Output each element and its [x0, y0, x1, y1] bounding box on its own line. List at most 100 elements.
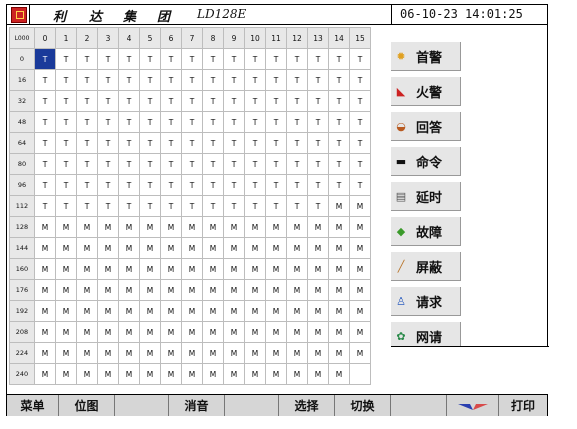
zone-cell[interactable]: T: [265, 48, 287, 70]
zone-cell[interactable]: T: [265, 69, 287, 91]
zone-cell[interactable]: M: [202, 237, 224, 259]
zone-cell[interactable]: T: [307, 48, 329, 70]
zone-cell[interactable]: T: [181, 132, 203, 154]
zone-cell[interactable]: T: [139, 90, 161, 112]
zone-cell[interactable]: T: [97, 48, 119, 70]
zone-cell[interactable]: M: [118, 279, 140, 301]
zone-cell[interactable]: M: [97, 321, 119, 343]
zone-cell[interactable]: M: [76, 258, 98, 280]
zone-cell[interactable]: M: [328, 258, 350, 280]
zone-cell[interactable]: M: [307, 279, 329, 301]
zone-cell[interactable]: M: [328, 363, 350, 385]
zone-cell[interactable]: M: [307, 258, 329, 280]
zone-cell[interactable]: T: [181, 174, 203, 196]
zone-cell[interactable]: M: [349, 216, 371, 238]
zone-cell[interactable]: T: [202, 69, 224, 91]
zone-cell[interactable]: M: [139, 342, 161, 364]
zone-cell[interactable]: M: [97, 279, 119, 301]
zone-cell[interactable]: T: [181, 48, 203, 70]
zone-cell[interactable]: M: [328, 342, 350, 364]
zone-cell[interactable]: T: [223, 153, 245, 175]
zone-cell[interactable]: M: [118, 342, 140, 364]
zone-cell[interactable]: M: [181, 237, 203, 259]
zone-cell[interactable]: M: [286, 363, 308, 385]
zone-cell[interactable]: M: [34, 216, 56, 238]
zone-cell[interactable]: T: [307, 174, 329, 196]
zone-cell[interactable]: T: [76, 69, 98, 91]
zone-cell[interactable]: M: [286, 342, 308, 364]
zone-cell[interactable]: [349, 363, 371, 385]
zone-cell[interactable]: M: [76, 300, 98, 322]
zone-cell[interactable]: M: [34, 279, 56, 301]
zone-cell[interactable]: T: [34, 195, 56, 217]
zone-cell[interactable]: M: [328, 321, 350, 343]
zone-cell[interactable]: T: [76, 111, 98, 133]
zone-cell[interactable]: M: [97, 363, 119, 385]
zone-cell[interactable]: M: [265, 216, 287, 238]
zone-cell[interactable]: T: [244, 48, 266, 70]
zone-cell[interactable]: T: [265, 153, 287, 175]
zone-cell[interactable]: M: [223, 363, 245, 385]
zone-cell[interactable]: M: [76, 216, 98, 238]
zone-cell[interactable]: T: [34, 69, 56, 91]
zone-cell[interactable]: T: [307, 90, 329, 112]
zone-cell[interactable]: M: [76, 237, 98, 259]
zone-cell[interactable]: T: [139, 69, 161, 91]
zone-cell[interactable]: T: [55, 174, 77, 196]
zone-cell[interactable]: M: [202, 300, 224, 322]
zone-cell[interactable]: T: [328, 69, 350, 91]
zone-cell[interactable]: M: [139, 321, 161, 343]
zone-cell[interactable]: T: [202, 132, 224, 154]
zone-cell[interactable]: T: [202, 153, 224, 175]
zone-cell[interactable]: M: [223, 342, 245, 364]
zone-cell[interactable]: M: [34, 342, 56, 364]
zone-cell[interactable]: M: [139, 258, 161, 280]
zone-cell[interactable]: M: [328, 300, 350, 322]
zone-cell[interactable]: T: [97, 174, 119, 196]
zone-cell[interactable]: M: [76, 321, 98, 343]
zone-cell[interactable]: T: [286, 48, 308, 70]
zone-cell[interactable]: M: [307, 300, 329, 322]
zone-cell[interactable]: T: [286, 111, 308, 133]
zone-cell[interactable]: T: [76, 48, 98, 70]
zone-cell[interactable]: T: [97, 153, 119, 175]
zone-cell[interactable]: T: [34, 174, 56, 196]
zone-cell[interactable]: T: [349, 90, 371, 112]
zone-cell[interactable]: M: [307, 363, 329, 385]
zone-cell[interactable]: M: [160, 258, 182, 280]
zone-cell[interactable]: T: [76, 90, 98, 112]
zone-cell[interactable]: T: [286, 132, 308, 154]
zone-cell[interactable]: M: [97, 216, 119, 238]
zone-cell[interactable]: T: [118, 69, 140, 91]
zone-cell[interactable]: T: [265, 132, 287, 154]
zone-cell[interactable]: M: [118, 363, 140, 385]
zone-cell[interactable]: T: [181, 111, 203, 133]
zone-cell[interactable]: T: [286, 90, 308, 112]
side-button-reply[interactable]: ◒ 回答: [391, 112, 461, 141]
zone-cell[interactable]: T: [328, 90, 350, 112]
zone-cell[interactable]: T: [286, 195, 308, 217]
zone-cell[interactable]: T: [349, 69, 371, 91]
zone-cell[interactable]: T: [202, 90, 224, 112]
zone-cell[interactable]: M: [202, 279, 224, 301]
zone-cell[interactable]: M: [139, 300, 161, 322]
zone-cell[interactable]: T: [139, 174, 161, 196]
zone-cell[interactable]: M: [328, 279, 350, 301]
zone-cell[interactable]: M: [202, 216, 224, 238]
zone-cell[interactable]: M: [265, 363, 287, 385]
zone-cell[interactable]: M: [160, 300, 182, 322]
zone-cell[interactable]: M: [160, 342, 182, 364]
zone-cell[interactable]: M: [265, 321, 287, 343]
zone-cell[interactable]: M: [160, 216, 182, 238]
zone-cell[interactable]: M: [244, 342, 266, 364]
zone-cell[interactable]: M: [286, 237, 308, 259]
zone-cell[interactable]: T: [76, 174, 98, 196]
zone-cell[interactable]: M: [97, 300, 119, 322]
zone-cell[interactable]: M: [160, 279, 182, 301]
zone-cell[interactable]: M: [223, 216, 245, 238]
zone-cell[interactable]: T: [307, 111, 329, 133]
zone-cell[interactable]: T: [349, 174, 371, 196]
zone-cell[interactable]: M: [181, 279, 203, 301]
zone-cell[interactable]: T: [55, 69, 77, 91]
zone-cell[interactable]: M: [55, 300, 77, 322]
